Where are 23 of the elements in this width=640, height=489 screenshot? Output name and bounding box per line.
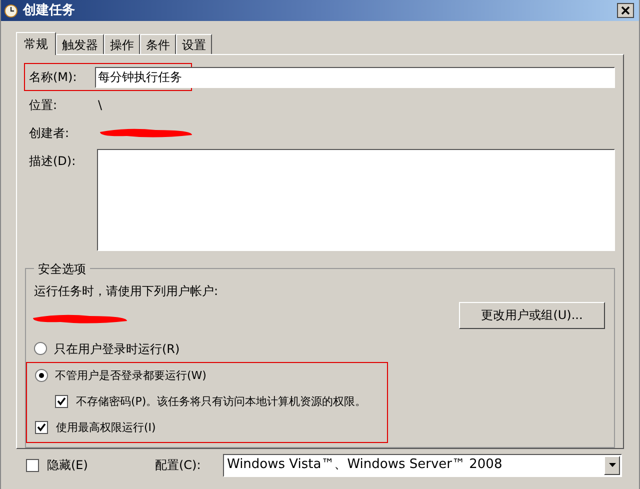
- input-field[interactable]: 每分钟执行任务: [95, 67, 615, 88]
- field-label: 描述(D):: [29, 152, 77, 170]
- checkbox-label: 使用最高权限运行(I): [56, 420, 156, 436]
- change-user-button[interactable]: 更改用户或组(U)...: [459, 302, 605, 329]
- tab[interactable]: 操作: [104, 34, 140, 54]
- field-label: 创建者:: [29, 124, 70, 142]
- tab[interactable]: 触发器: [56, 34, 104, 54]
- tab[interactable]: 常规: [16, 32, 56, 55]
- radio-label: 不管用户是否登录都要运行(W): [55, 368, 206, 384]
- checkbox-label: 不存储密码(P)。该任务将只有访问本地计算机资源的权限。: [76, 394, 366, 410]
- dropdown-value: Windows Vista™、Windows Server™ 2008: [226, 456, 504, 474]
- field-label: 位置:: [29, 96, 58, 114]
- account-label: 运行任务时，请使用下列用户帐户:: [34, 282, 220, 300]
- tab[interactable]: 条件: [140, 34, 176, 54]
- config-dropdown[interactable]: Windows Vista™、Windows Server™ 2008: [223, 454, 622, 476]
- radio-label: 只在用户登录时运行(R): [54, 340, 180, 358]
- window-title: 创建任务: [23, 2, 75, 20]
- group-title: 安全选项: [37, 260, 87, 278]
- tab[interactable]: 设置: [176, 34, 212, 54]
- field-label: 配置(C):: [155, 457, 202, 474]
- location-value: \: [98, 96, 102, 114]
- field-label: 名称(M):: [29, 68, 78, 86]
- checkbox-label: 隐藏(E): [47, 457, 89, 474]
